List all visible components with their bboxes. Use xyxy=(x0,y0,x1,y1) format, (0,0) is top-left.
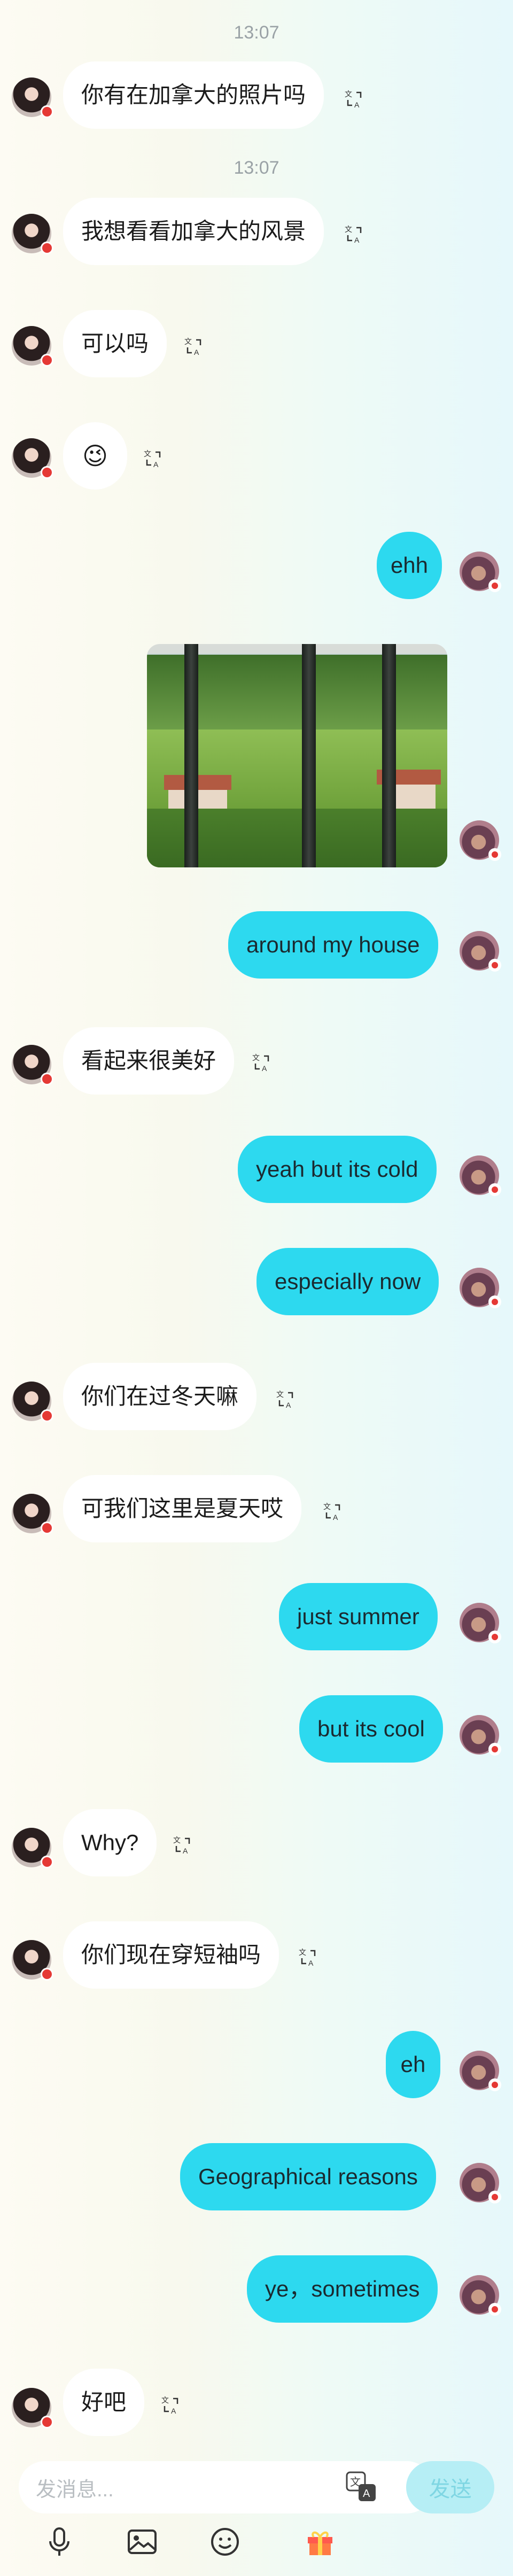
message-text: 我想看看加拿大的风景 xyxy=(81,219,306,244)
my-avatar[interactable] xyxy=(460,1268,501,1308)
svg-text:A: A xyxy=(171,2407,176,2415)
svg-text:A: A xyxy=(333,1513,338,1522)
message-bubble[interactable]: 好吧 xyxy=(63,2369,145,2436)
message-bubble[interactable]: 😉 xyxy=(63,422,127,490)
svg-text:文: 文 xyxy=(345,90,352,98)
message-text: 可以吗 xyxy=(81,331,149,356)
svg-text:文: 文 xyxy=(161,2396,169,2404)
contact-avatar[interactable] xyxy=(12,326,53,367)
svg-text:文: 文 xyxy=(173,1836,181,1844)
svg-text:A: A xyxy=(286,1401,291,1409)
message-bubble[interactable]: 可以吗 xyxy=(63,310,167,377)
message-input-placeholder: 发消息... xyxy=(36,2478,114,2501)
translate-icon[interactable]: 文A xyxy=(344,88,365,110)
svg-text:文: 文 xyxy=(299,1948,306,1957)
svg-text:A: A xyxy=(363,2488,370,2500)
message-text: around my house xyxy=(246,932,420,957)
message-text: 看起来很美好 xyxy=(81,1048,216,1073)
emoji-icon[interactable] xyxy=(208,2525,242,2558)
translate-icon[interactable]: 文A xyxy=(322,1501,344,1522)
contact-avatar[interactable] xyxy=(12,77,53,118)
message-bubble[interactable]: ye，sometimes xyxy=(247,2255,438,2323)
contact-avatar[interactable] xyxy=(12,438,53,479)
gift-icon[interactable] xyxy=(304,2525,337,2558)
svg-text:A: A xyxy=(153,460,159,469)
translate-icon[interactable]: 文A xyxy=(251,1052,273,1073)
svg-text:A: A xyxy=(354,236,360,244)
svg-text:文: 文 xyxy=(144,449,151,458)
message-text: 你有在加拿大的照片吗 xyxy=(81,82,306,107)
message-text: 你们在过冬天嘛 xyxy=(81,1384,239,1409)
message-text: Why? xyxy=(81,1830,139,1855)
svg-text:文: 文 xyxy=(323,1502,331,1511)
message-bubble[interactable]: Geographical reasons xyxy=(180,2143,436,2210)
microphone-icon[interactable] xyxy=(43,2525,76,2558)
message-bubble[interactable]: 你有在加拿大的照片吗 xyxy=(63,61,324,129)
message-bubble[interactable]: 你们在过冬天嘛 xyxy=(63,1363,257,1430)
translate-icon[interactable]: 文A xyxy=(160,2394,182,2416)
svg-text:文: 文 xyxy=(252,1053,260,1062)
message-text: yeah but its cold xyxy=(256,1157,418,1182)
message-text: eh xyxy=(400,2052,426,2077)
message-text: 你们现在穿短袖吗 xyxy=(81,1942,261,1967)
translate-icon[interactable]: 文A xyxy=(172,1834,193,1856)
contact-avatar[interactable] xyxy=(12,1940,53,1981)
message-text: especially now xyxy=(275,1269,421,1294)
shared-photo[interactable] xyxy=(147,644,447,867)
message-bubble[interactable]: yeah but its cold xyxy=(238,1136,437,1203)
message-bubble[interactable]: eh xyxy=(386,2031,440,2098)
message-text: ye，sometimes xyxy=(265,2276,420,2301)
timestamp: 13:07 xyxy=(234,22,279,43)
message-bubble[interactable]: 可我们这里是夏天哎 xyxy=(63,1475,302,1542)
my-avatar[interactable] xyxy=(460,820,501,861)
contact-avatar[interactable] xyxy=(12,1045,53,1085)
svg-text:文: 文 xyxy=(345,225,352,234)
my-avatar[interactable] xyxy=(460,552,501,592)
message-text: ehh xyxy=(390,553,429,578)
my-avatar[interactable] xyxy=(460,2275,501,2316)
message-text: 可我们这里是夏天哎 xyxy=(81,1496,284,1521)
my-avatar[interactable] xyxy=(460,1603,501,1643)
svg-text:文: 文 xyxy=(276,1390,284,1399)
message-bubble[interactable]: 看起来很美好 xyxy=(63,1027,235,1095)
image-icon[interactable] xyxy=(126,2525,159,2558)
translate-icon[interactable]: 文A xyxy=(143,448,164,469)
svg-text:A: A xyxy=(354,100,360,109)
my-avatar[interactable] xyxy=(460,931,501,972)
send-button[interactable]: 发送 xyxy=(406,2461,494,2513)
message-text: but its cool xyxy=(317,1716,425,1741)
contact-avatar[interactable] xyxy=(12,1382,53,1422)
contact-avatar[interactable] xyxy=(12,1494,53,1534)
message-bubble[interactable]: especially now xyxy=(256,1248,439,1315)
translate-icon[interactable]: 文A xyxy=(344,223,365,245)
message-bubble[interactable]: but its cool xyxy=(299,1695,443,1763)
message-bubble[interactable]: ehh xyxy=(377,532,442,599)
timestamp: 13:07 xyxy=(234,158,279,178)
message-text: Geographical reasons xyxy=(198,2164,418,2189)
message-bubble[interactable]: around my house xyxy=(228,911,438,979)
my-avatar[interactable] xyxy=(460,1155,501,1196)
contact-avatar[interactable] xyxy=(12,214,53,254)
translate-icon[interactable]: 文A xyxy=(275,1388,297,1410)
svg-text:A: A xyxy=(194,348,199,356)
svg-text:文: 文 xyxy=(184,337,192,346)
message-text: just summer xyxy=(297,1604,419,1629)
translate-icon[interactable]: 文A xyxy=(298,1946,319,1968)
my-avatar[interactable] xyxy=(460,2163,501,2203)
translate-icon[interactable]: 文A xyxy=(183,336,205,357)
svg-text:A: A xyxy=(308,1959,314,1967)
message-bubble[interactable]: 你们现在穿短袖吗 xyxy=(63,1921,279,1989)
my-avatar[interactable] xyxy=(460,2051,501,2091)
my-avatar[interactable] xyxy=(460,1715,501,1756)
message-text: 好吧 xyxy=(81,2389,127,2415)
contact-avatar[interactable] xyxy=(12,1828,53,1868)
message-bubble[interactable]: 我想看看加拿大的风景 xyxy=(63,198,324,265)
translate-toggle-icon[interactable]: 文 A xyxy=(345,2470,378,2503)
message-bubble[interactable]: Why? xyxy=(63,1809,157,1876)
contact-avatar[interactable] xyxy=(12,2388,53,2428)
svg-text:A: A xyxy=(183,1846,188,1855)
message-bubble[interactable]: just summer xyxy=(279,1583,438,1650)
svg-text:A: A xyxy=(262,1064,267,1073)
emoji-wink-icon: 😉 xyxy=(82,442,108,470)
